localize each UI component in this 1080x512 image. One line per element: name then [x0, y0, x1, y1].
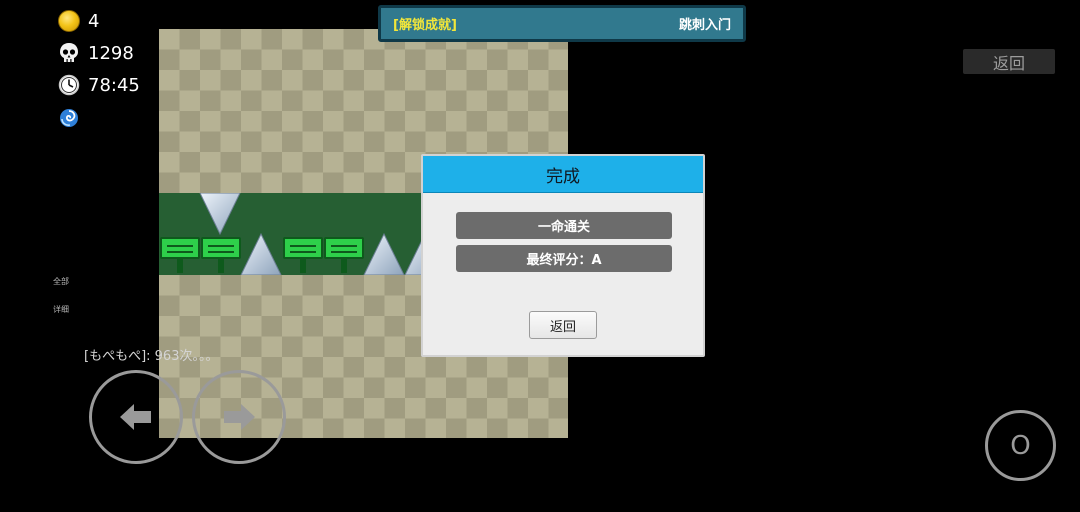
dialog-title: 完成 — [423, 156, 703, 193]
left-arrow-icon — [120, 404, 151, 430]
completion-dialog: 完成 一命通关 最终评分：A 返回 — [421, 154, 705, 357]
warning-sign — [201, 237, 241, 275]
jump-button-label: O — [1010, 430, 1031, 461]
dialog-back-button[interactable]: 返回 — [529, 311, 597, 339]
time-display: 78:45 — [58, 72, 140, 98]
result-no-death: 一命通关 — [456, 212, 672, 239]
achievement-name: 跳刺入门 — [678, 18, 731, 33]
move-right-button[interactable] — [192, 370, 286, 464]
skull-icon — [60, 43, 78, 62]
result-final-grade: 最终评分：A — [456, 245, 672, 272]
time-value: 78:45 — [88, 74, 140, 96]
warning-sign — [324, 237, 364, 275]
clock-icon — [58, 74, 80, 96]
right-arrow-icon — [224, 404, 255, 430]
portal-indicator — [58, 105, 80, 131]
filter-all[interactable]: 全部 — [53, 276, 69, 287]
death-counter: 1298 — [58, 40, 134, 66]
achievement-tag: [解锁成就] — [393, 18, 457, 33]
move-left-button[interactable] — [89, 370, 183, 464]
filter-detail[interactable]: 详细 — [53, 304, 69, 315]
floor-spike — [240, 232, 282, 275]
chat-message: [もぺもぺ]: 963次。。。 — [84, 349, 219, 364]
coin-count: 4 — [88, 10, 100, 32]
death-count: 1298 — [88, 42, 134, 64]
achievement-banner: [解锁成就] 跳刺入门 — [378, 5, 746, 42]
swirl-icon — [60, 109, 78, 127]
coin-counter: 4 — [58, 8, 99, 34]
ceiling-spike — [199, 193, 241, 236]
floor-spike — [363, 232, 405, 275]
warning-sign — [160, 237, 200, 275]
top-back-button[interactable]: 返回 — [963, 49, 1055, 74]
jump-button[interactable]: O — [985, 410, 1056, 481]
coin-icon — [58, 10, 80, 32]
warning-sign — [283, 237, 323, 275]
